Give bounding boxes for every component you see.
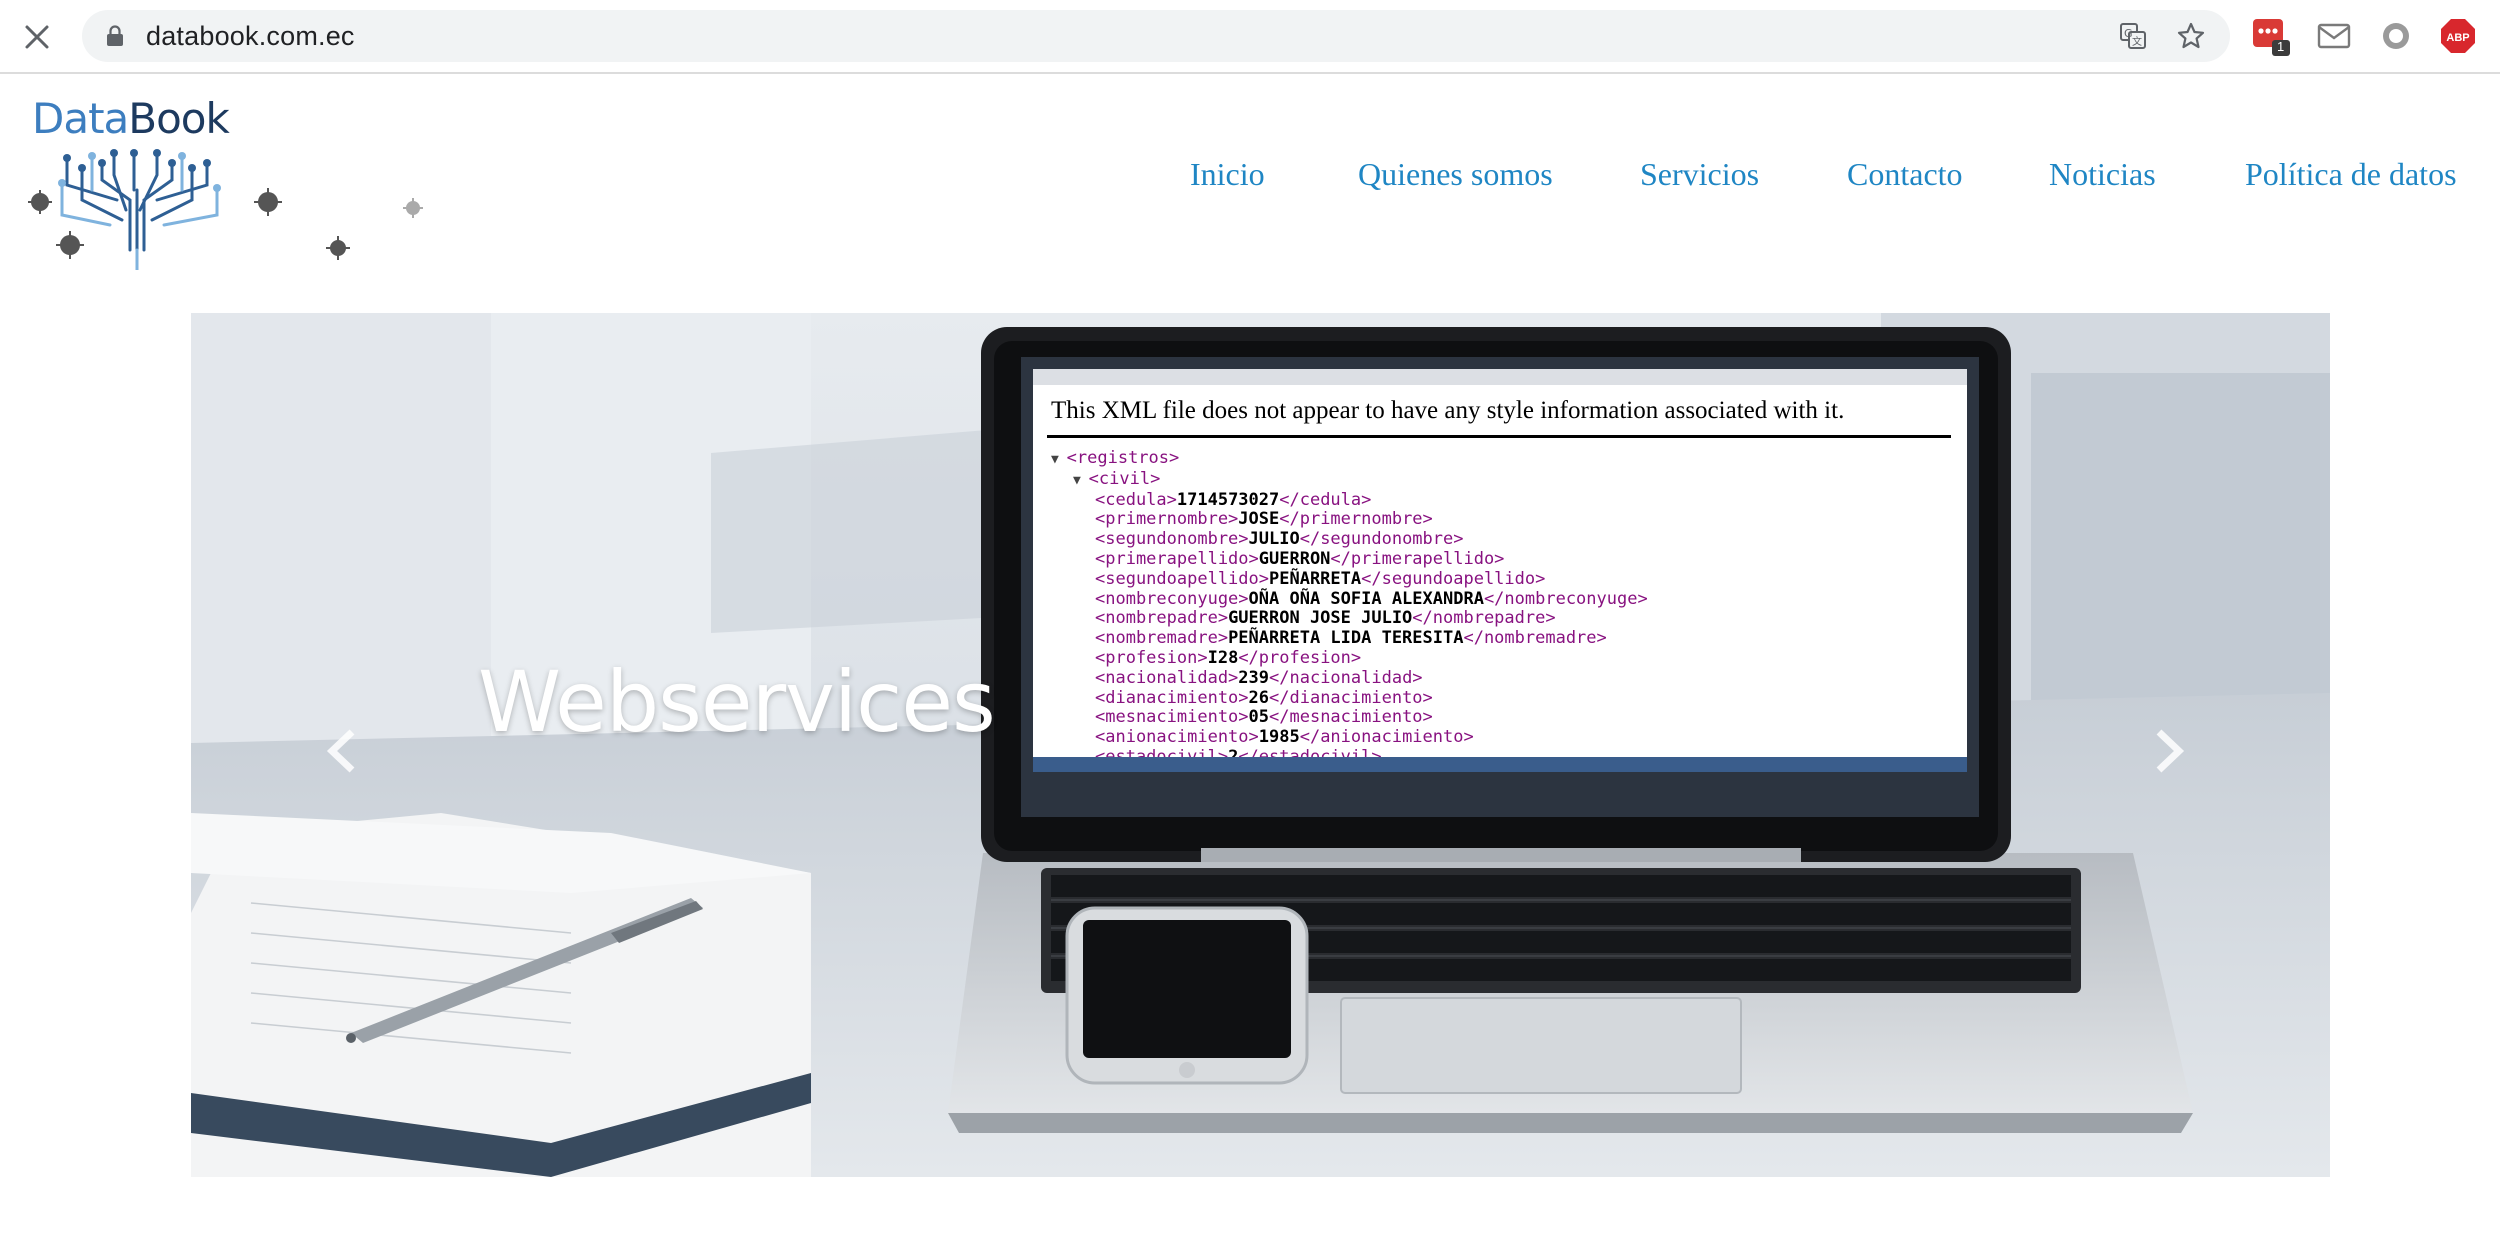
screen-menubar [1033,369,1967,385]
xml-value: GUERRON JOSE JULIO [1228,608,1413,629]
xml-open-tag: <nacionalidad> [1095,667,1239,688]
ext-red-icon [2253,19,2290,56]
xml-open-tag: <segundoapellido> [1095,568,1269,589]
browser-toolbar: databook.com.ec G 文 1 ABP [0,0,2500,74]
adblock-plus-icon: ABP [2441,19,2475,53]
xml-close-tag: </anionacimiento> [1299,727,1474,748]
databook-logo[interactable]: DataBook [22,90,442,270]
xml-open-tag: <segundonombre> [1095,529,1249,550]
mail-icon [2317,23,2351,49]
nav-item-quienes-somos[interactable]: Quienes somos [1358,156,1553,193]
nav-item-noticias[interactable]: Noticias [2049,156,2156,193]
xml-close-tag: </profesion> [1238,647,1362,668]
svg-text:ABP: ABP [2446,32,2469,44]
mail-extension-button[interactable] [2312,14,2356,58]
xml-value: 26 [1248,687,1270,708]
xml-line: <nombremadre>PEÑARRETA LIDA TERESITA</no… [1051,628,1648,649]
carousel-next-button[interactable] [2140,711,2200,791]
circle-extension-button[interactable] [2374,14,2418,58]
xml-open-tag: <anionacimiento> [1095,727,1259,748]
collapse-triangle-icon[interactable]: ▼ [1051,452,1067,467]
xml-close-tag: </primernombre> [1279,509,1433,530]
xml-value: 1985 [1258,727,1300,748]
xml-value: 05 [1248,707,1270,728]
bookmark-star-icon[interactable] [2176,21,2206,51]
xml-line: ▼ <civil> [1051,468,1648,491]
xml-close-tag: </primerapellido> [1330,548,1505,569]
svg-text:文: 文 [2132,35,2142,48]
xml-line: <dianacimiento>26</dianacimiento> [1051,687,1648,709]
xml-open-tag: <mesnacimiento> [1095,707,1249,728]
xml-value: JOSE [1238,509,1280,530]
xml-line: <primerapellido>GUERRON</primerapellido> [1051,548,1648,570]
xml-document: ▼ <registros> ▼ <civil> <cedula>1714573027… [1051,448,1648,768]
xml-line: <segundonombre>JULIO</segundonombre> [1051,529,1648,550]
xml-open-tag: <nombrepadre> [1095,608,1229,629]
xml-open-tag: <cedula> [1095,489,1177,510]
xml-line: <primernombre>JOSE</primernombre> [1051,509,1648,530]
extension-button[interactable]: 1 [2250,14,2294,58]
xml-close-tag: </nombreconyuge> [1483,588,1648,609]
xml-value: 239 [1238,667,1270,688]
address-bar[interactable]: databook.com.ec G 文 [82,10,2230,62]
xml-line: <nombreconyuge>OÑA OÑA SOFIA ALEXANDRA</… [1051,588,1648,610]
hero-carousel: This XML file does not appear to have an… [191,313,2330,1177]
extension-badge-count: 1 [2277,39,2285,54]
xml-line: <cedula>1714573027</cedula> [1051,489,1648,511]
xml-close-tag: </dianacimiento> [1269,687,1433,708]
xml-open-tag: <nombreconyuge> [1095,588,1249,609]
xml-close-tag: </mesnacimiento> [1269,707,1433,728]
xml-close-tag: </nombremadre> [1463,628,1607,649]
collapse-triangle-icon[interactable]: ▼ [1073,473,1089,488]
xml-open-tag: <primernombre> [1095,509,1239,530]
adblock-plus-button[interactable]: ABP [2436,14,2480,58]
xml-close-tag: </nacionalidad> [1269,667,1423,688]
nav-item-contacto[interactable]: Contacto [1847,156,1963,193]
xml-line: <nombrepadre>GUERRON JOSE JULIO</nombrep… [1051,608,1648,629]
xml-line: <anionacimiento>1985</anionacimiento> [1051,727,1648,748]
close-icon [25,25,49,49]
xml-line: <nacionalidad>239</nacionalidad> [1051,667,1648,689]
xml-open-tag: <dianacimiento> [1095,687,1249,708]
xml-value: 1714573027 [1176,489,1280,510]
main-navigation: Inicio Quienes somos Servicios Contacto … [1190,156,2460,200]
nav-item-politica-de-datos[interactable]: Política de datos [2245,156,2457,193]
xml-close-tag: </cedula> [1279,489,1372,510]
xml-notice: This XML file does not appear to have an… [1051,397,1845,424]
screen-taskbar [1033,757,1967,772]
laptop-screen: This XML file does not appear to have an… [1033,369,1967,772]
xml-line: <mesnacimiento>05</mesnacimiento> [1051,707,1648,728]
xml-close-tag: </nombrepadre> [1412,608,1556,629]
url-text[interactable]: databook.com.ec [146,21,355,52]
hero-caption: Webservices [478,653,996,751]
xml-value: I28 [1207,647,1239,668]
xml-value: PEÑARRETA LIDA TERESITA [1228,628,1464,649]
xml-tag: <civil> [1088,468,1161,489]
xml-value: OÑA OÑA SOFIA ALEXANDRA [1248,588,1484,609]
xml-divider [1047,435,1951,438]
xml-line: <segundoapellido>PEÑARRETA</segundoapell… [1051,568,1648,590]
xml-open-tag: <profesion> [1095,647,1208,668]
xml-open-tag: <nombremadre> [1095,628,1229,649]
nav-item-servicios[interactable]: Servicios [1640,156,1759,193]
chevron-right-icon [2156,729,2185,773]
circuit-tree-icon [28,149,423,270]
xml-open-tag: <primerapellido> [1095,548,1259,569]
xml-value: GUERRON [1258,548,1331,569]
circle-icon [2383,23,2409,49]
xml-line: ▼ <registros> [1051,448,1648,470]
chevron-left-icon [326,729,355,773]
nav-item-inicio[interactable]: Inicio [1190,156,1265,193]
xml-close-tag: </segundonombre> [1299,529,1464,550]
stop-loading-button[interactable] [14,14,60,60]
xml-line: <profesion>I28</profesion> [1051,647,1648,669]
carousel-prev-button[interactable] [311,711,371,791]
lock-icon [107,25,123,46]
xml-value: PEÑARRETA [1269,568,1362,589]
translate-icon[interactable]: G 文 [2118,21,2148,51]
xml-tag: <registros> [1066,448,1180,468]
xml-value: JULIO [1248,529,1300,550]
xml-close-tag: </segundoapellido> [1361,568,1546,589]
